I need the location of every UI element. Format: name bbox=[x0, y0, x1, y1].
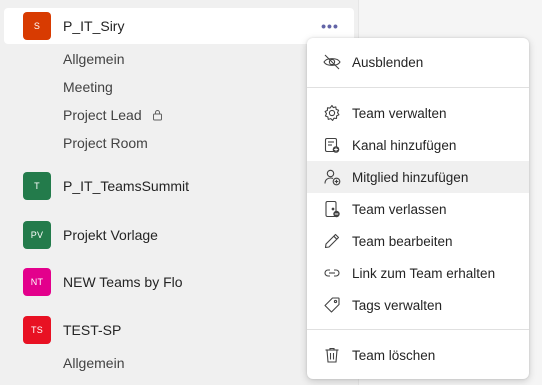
menu-item-team-verwalten[interactable]: Team verwalten bbox=[307, 97, 529, 129]
menu-item-label: Team löschen bbox=[352, 347, 436, 363]
gear-icon bbox=[322, 103, 342, 123]
team-avatar: NT bbox=[23, 268, 51, 296]
team-item-p-it-siry[interactable]: S P_IT_Siry ••• bbox=[4, 8, 354, 44]
menu-item-tags-verwalten[interactable]: Tags verwalten bbox=[307, 289, 529, 321]
channel-name: Allgemein bbox=[63, 51, 125, 67]
menu-item-label: Tags verwalten bbox=[352, 297, 443, 313]
menu-item-ausblenden[interactable]: Ausblenden bbox=[307, 46, 529, 78]
teams-list: S P_IT_Siry ••• Allgemein Meeting Projec… bbox=[0, 0, 358, 385]
menu-item-label: Ausblenden bbox=[352, 54, 424, 70]
channel-name: Meeting bbox=[63, 79, 113, 95]
menu-item-label: Team verlassen bbox=[352, 201, 447, 217]
team-context-menu: Ausblenden Team verwalten Kanal hinzufüg… bbox=[307, 38, 529, 379]
tag-icon bbox=[322, 295, 342, 315]
menu-item-team-verlassen[interactable]: Team verlassen bbox=[307, 193, 529, 225]
lock-icon bbox=[152, 109, 163, 121]
eye-off-icon bbox=[322, 52, 342, 72]
channel-item-allgemein[interactable]: Allgemein bbox=[63, 355, 124, 371]
menu-item-label: Kanal hinzufügen bbox=[352, 137, 457, 153]
channel-item-meeting[interactable]: Meeting bbox=[63, 79, 113, 95]
menu-item-label: Team bearbeiten bbox=[352, 233, 453, 249]
team-item-projekt-vorlage[interactable]: PV Projekt Vorlage bbox=[4, 217, 354, 253]
team-name: Projekt Vorlage bbox=[63, 227, 158, 243]
add-channel-icon bbox=[322, 135, 342, 155]
channel-item-project-lead[interactable]: Project Lead bbox=[63, 107, 163, 123]
team-name: NEW Teams by Flo bbox=[63, 274, 183, 290]
menu-item-label: Link zum Team erhalten bbox=[352, 265, 496, 281]
menu-item-team-loeschen[interactable]: Team löschen bbox=[307, 339, 529, 371]
channel-item-project-room[interactable]: Project Room bbox=[63, 135, 148, 151]
team-item-test-sp[interactable]: TS TEST-SP bbox=[4, 312, 354, 348]
team-avatar: T bbox=[23, 172, 51, 200]
more-options-button[interactable]: ••• bbox=[318, 14, 342, 38]
channel-name: Project Room bbox=[63, 135, 148, 151]
menu-divider bbox=[307, 87, 529, 88]
team-avatar: PV bbox=[23, 221, 51, 249]
team-item-p-it-teamssummit[interactable]: T P_IT_TeamsSummit bbox=[4, 168, 354, 204]
menu-item-team-bearbeiten[interactable]: Team bearbeiten bbox=[307, 225, 529, 257]
menu-item-label: Team verwalten bbox=[352, 105, 447, 121]
team-name: TEST-SP bbox=[63, 322, 122, 338]
menu-item-mitglied-hinzufuegen[interactable]: Mitglied hinzufügen bbox=[307, 161, 529, 193]
team-avatar: S bbox=[23, 12, 51, 40]
menu-divider bbox=[307, 329, 529, 330]
link-icon bbox=[322, 263, 342, 283]
menu-item-label: Mitglied hinzufügen bbox=[352, 169, 469, 185]
menu-item-link-zum-team-erhalten[interactable]: Link zum Team erhalten bbox=[307, 257, 529, 289]
channel-item-allgemein[interactable]: Allgemein bbox=[63, 51, 124, 67]
pencil-icon bbox=[322, 231, 342, 251]
menu-item-kanal-hinzufuegen[interactable]: Kanal hinzufügen bbox=[307, 129, 529, 161]
team-name: P_IT_TeamsSummit bbox=[63, 178, 190, 194]
team-name: P_IT_Siry bbox=[63, 18, 125, 34]
channel-name: Allgemein bbox=[63, 355, 125, 371]
leave-team-icon bbox=[322, 199, 342, 219]
add-person-icon bbox=[322, 167, 342, 187]
team-item-new-teams-by-flo[interactable]: NT NEW Teams by Flo bbox=[4, 264, 354, 300]
trash-icon bbox=[322, 345, 342, 365]
channel-name: Project Lead bbox=[63, 107, 142, 123]
team-avatar: TS bbox=[23, 316, 51, 344]
